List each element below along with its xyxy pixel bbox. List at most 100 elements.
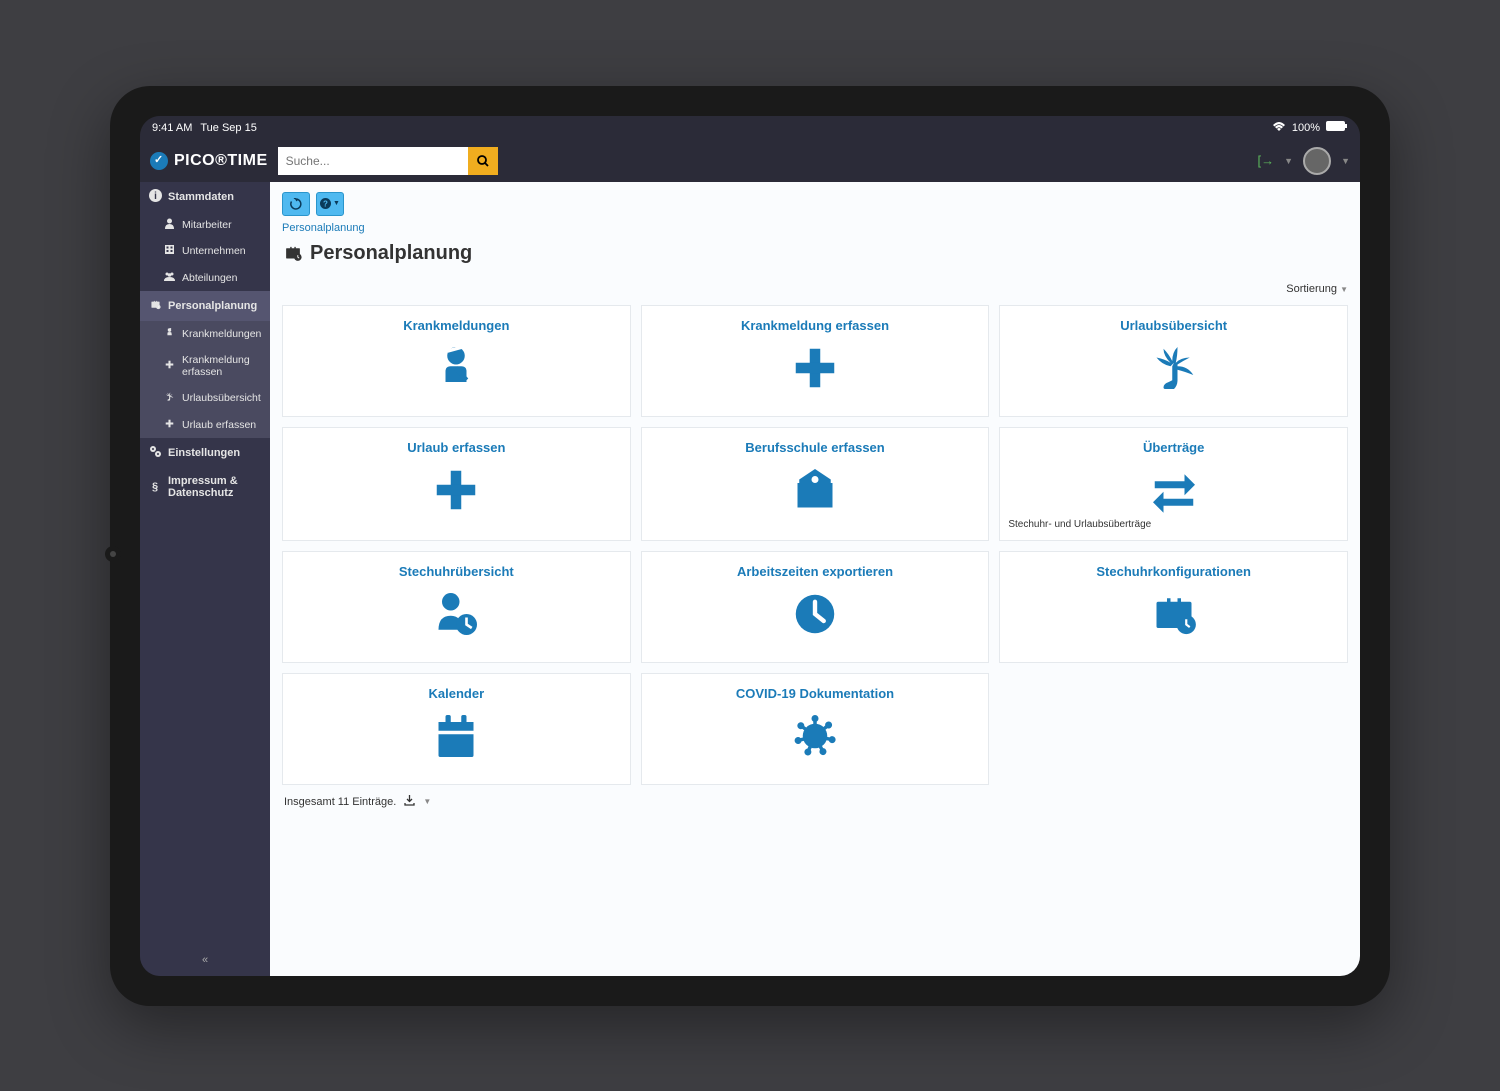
gears-icon	[148, 445, 162, 461]
user-clock-icon	[428, 585, 484, 643]
sidebar-item-urlaubsuebersicht[interactable]: Urlaubsübersicht	[140, 385, 270, 412]
card-school[interactable]: Berufsschule erfassen	[641, 427, 990, 541]
sidebar-item-label: Urlaub erfassen	[182, 419, 256, 432]
sort-dropdown[interactable]: Sortierung ▼	[1286, 283, 1348, 295]
search-input[interactable]	[278, 147, 468, 175]
cards-grid: Krankmeldungen Krankmeldung erfassen Urlau…	[282, 305, 1348, 785]
card-title: Kalender	[429, 686, 485, 701]
svg-text:i: i	[154, 191, 157, 202]
download-button[interactable]	[404, 795, 415, 809]
section-icon: §	[148, 481, 162, 493]
sidebar-item-label: Krankmeldungen	[182, 328, 261, 341]
sidebar-item-abteilungen[interactable]: Abteilungen	[140, 265, 270, 292]
page-title: Personalplanung	[270, 242, 1360, 277]
chevron-left-icon: «	[202, 954, 208, 966]
sidebar-item-label: Mitarbeiter	[182, 219, 232, 232]
avatar[interactable]	[1303, 147, 1331, 175]
battery-icon	[1326, 121, 1348, 134]
search-icon	[477, 155, 489, 167]
card-plus[interactable]: Urlaub erfassen	[282, 427, 631, 541]
plus-icon	[787, 339, 843, 397]
card-clock[interactable]: Arbeitszeiten exportieren	[641, 551, 990, 663]
svg-text:?: ?	[323, 200, 328, 209]
results-footer: Insgesamt 11 Einträge. ▼	[282, 785, 1348, 819]
tablet-frame: 9:41 AM Tue Sep 15 100% PICO®TIME	[110, 86, 1390, 1006]
sidebar-item-urlaub-erfassen[interactable]: Urlaub erfassen	[140, 412, 270, 439]
sidebar-item-krankmeldungen[interactable]: Krankmeldungen	[140, 321, 270, 348]
sidebar-group-einstellungen[interactable]: Einstellungen	[140, 438, 270, 468]
card-title: Stechuhrkonfigurationen	[1096, 564, 1251, 579]
transfer-icon	[1146, 461, 1202, 519]
main-content: ? ▼ Personalplanung Personalplanung	[270, 182, 1360, 976]
card-subtitle: Stechuhr- und Urlaubsüberträge	[1008, 519, 1151, 530]
sidebar: i Stammdaten Mitarbeiter Unternehmen	[140, 182, 270, 976]
sidebar-item-mitarbeiter[interactable]: Mitarbeiter	[140, 212, 270, 239]
download-icon	[404, 795, 415, 806]
refresh-button[interactable]	[282, 192, 310, 216]
breadcrumb[interactable]: Personalplanung	[270, 222, 1360, 242]
logo[interactable]: PICO®TIME	[150, 152, 268, 170]
injured-person-icon	[162, 327, 176, 342]
person-icon	[162, 218, 176, 233]
sidebar-collapse-button[interactable]: «	[140, 944, 270, 976]
card-title: Krankmeldungen	[403, 318, 509, 333]
clock-icon	[787, 585, 843, 643]
sidebar-group-label: Impressum & Datenschutz	[168, 475, 262, 499]
sidebar-item-unternehmen[interactable]: Unternehmen	[140, 238, 270, 265]
chevron-down-icon: ▼	[333, 200, 340, 207]
card-injured-person[interactable]: Krankmeldungen	[282, 305, 631, 417]
status-time: 9:41 AM	[152, 122, 192, 134]
card-title: Urlaub erfassen	[407, 440, 505, 455]
plus-icon	[162, 418, 176, 433]
brand-text: PICO®TIME	[174, 152, 268, 170]
toolbar: ? ▼	[270, 182, 1360, 222]
card-title: Stechuhrübersicht	[399, 564, 514, 579]
chevron-down-icon: ▼	[1340, 285, 1348, 294]
card-palm-tree[interactable]: Urlaubsübersicht	[999, 305, 1348, 417]
top-bar: PICO®TIME [→ ▼ ▼	[140, 140, 1360, 182]
plus-icon	[162, 359, 176, 374]
sidebar-group-stammdaten[interactable]: i Stammdaten	[140, 182, 270, 212]
sidebar-item-krankmeldung-erfassen[interactable]: Krankmeldung erfassen	[140, 348, 270, 385]
sidebar-group-impressum[interactable]: § Impressum & Datenschutz	[140, 468, 270, 506]
card-title: Urlaubsübersicht	[1120, 318, 1227, 333]
search-button[interactable]	[468, 147, 498, 175]
card-briefcase-clock[interactable]: Stechuhrkonfigurationen	[999, 551, 1348, 663]
tablet-screen: 9:41 AM Tue Sep 15 100% PICO®TIME	[140, 116, 1360, 976]
card-virus[interactable]: COVID-19 Dokumentation	[641, 673, 990, 785]
logo-icon	[150, 152, 168, 170]
plus-icon	[428, 461, 484, 519]
users-icon	[162, 271, 176, 286]
status-date: Tue Sep 15	[200, 122, 256, 134]
chevron-down-icon[interactable]: ▼	[423, 797, 431, 806]
refresh-icon	[290, 198, 302, 210]
card-calendar[interactable]: Kalender	[282, 673, 631, 785]
card-title: COVID-19 Dokumentation	[736, 686, 894, 701]
card-plus[interactable]: Krankmeldung erfassen	[641, 305, 990, 417]
logout-icon[interactable]: [→	[1258, 153, 1275, 168]
palm-tree-icon	[162, 391, 176, 406]
sidebar-group-personalplanung[interactable]: Personalplanung	[140, 291, 270, 321]
info-icon: i	[148, 189, 162, 205]
briefcase-clock-icon	[1146, 585, 1202, 643]
status-bar: 9:41 AM Tue Sep 15 100%	[140, 116, 1360, 140]
avatar-caret-icon[interactable]: ▼	[1341, 156, 1350, 166]
card-title: Arbeitszeiten exportieren	[737, 564, 893, 579]
card-transfer[interactable]: Überträge Stechuhr- und Urlaubsüberträge	[999, 427, 1348, 541]
help-icon: ?	[320, 198, 331, 209]
card-user-clock[interactable]: Stechuhrübersicht	[282, 551, 631, 663]
sidebar-group-label: Personalplanung	[168, 300, 257, 312]
help-button[interactable]: ? ▼	[316, 192, 344, 216]
injured-person-icon	[428, 339, 484, 397]
briefcase-clock-icon	[282, 242, 304, 264]
battery-text: 100%	[1292, 122, 1320, 134]
calendar-icon	[428, 707, 484, 765]
card-title: Überträge	[1143, 440, 1204, 455]
wifi-icon	[1272, 121, 1286, 134]
sidebar-item-label: Krankmeldung erfassen	[182, 354, 262, 379]
briefcase-clock-icon	[148, 298, 162, 314]
sidebar-item-label: Urlaubsübersicht	[182, 392, 261, 405]
logout-caret-icon[interactable]: ▼	[1284, 156, 1293, 166]
card-title: Krankmeldung erfassen	[741, 318, 889, 333]
school-icon	[787, 461, 843, 519]
